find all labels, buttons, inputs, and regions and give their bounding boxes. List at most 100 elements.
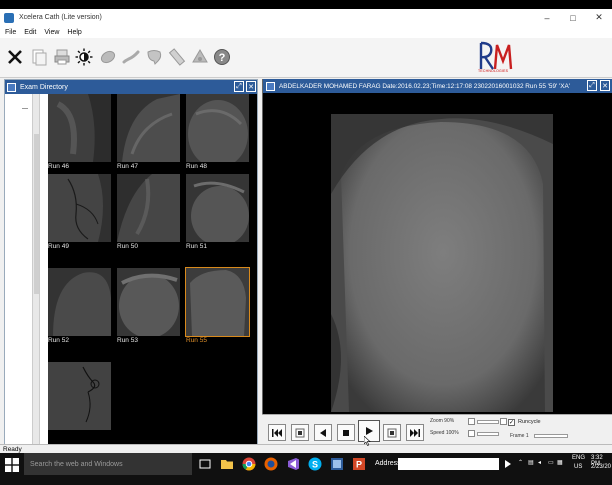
- address-input[interactable]: [398, 458, 499, 470]
- tree-scrollbar[interactable]: [32, 94, 40, 444]
- image-viewer-panel: ABDELKADER MOHAMED FARAG Date:2016.02.23…: [262, 79, 612, 445]
- top-border: [0, 0, 612, 9]
- exam-directory-title: Exam Directory: [20, 83, 68, 91]
- zoom-slider[interactable]: [477, 420, 499, 424]
- close-tool-icon: [8, 50, 22, 64]
- minimize-button[interactable]: –: [534, 9, 560, 26]
- address-label: Address: [375, 460, 401, 467]
- tray-up-arrow-icon[interactable]: ⌃: [518, 459, 523, 466]
- windows-start-icon[interactable]: [5, 458, 19, 472]
- thumbnail-label: Run 51: [186, 243, 207, 250]
- chrome-icon[interactable]: [242, 457, 256, 471]
- stop-icon: [343, 429, 349, 436]
- thumbnail-run-53[interactable]: Run 53: [117, 268, 180, 356]
- status-text: Ready: [3, 446, 22, 453]
- angiogram-thumbnail: [48, 268, 111, 336]
- scrollbar-thumb[interactable]: [34, 134, 39, 294]
- menu-edit[interactable]: Edit: [24, 29, 36, 36]
- language-indicator[interactable]: ENG: [572, 455, 585, 461]
- thumbnail-label: Run 48: [186, 163, 207, 170]
- thumbnail-run-49[interactable]: Run 49: [48, 174, 111, 262]
- thumbnail-label: Run 52: [48, 337, 69, 344]
- close-window-button[interactable]: ✕: [586, 9, 612, 26]
- first-frame-button[interactable]: [268, 424, 286, 441]
- maximize-button[interactable]: □: [560, 9, 586, 26]
- angiogram-thumbnail: [185, 267, 250, 337]
- thumbnail-run-46[interactable]: Run 46: [48, 94, 111, 182]
- menu-file[interactable]: File: [5, 29, 16, 36]
- angiogram-thumbnail: [48, 94, 111, 162]
- last-frame-button[interactable]: [406, 424, 424, 441]
- notification-icon[interactable]: ▭: [548, 459, 554, 466]
- next-frame-button[interactable]: [383, 424, 401, 441]
- thumbnail-grid: Run 46 Run 47 Run 48 Run 49 Run 50 Run 5…: [48, 94, 257, 444]
- thumbnail-run-55[interactable]: Run 55: [185, 267, 250, 356]
- measure-button[interactable]: [120, 45, 142, 69]
- speed-decrease-button[interactable]: [468, 430, 475, 437]
- task-view-icon[interactable]: [198, 457, 212, 471]
- volume-icon[interactable]: ◂: [538, 459, 541, 466]
- title-bar: Xcelera Cath (Lite version) – □ ✕: [0, 9, 612, 26]
- toolbar: ? TECHNOLOGIES: [0, 38, 612, 78]
- thumbnail-run-56[interactable]: [48, 362, 111, 450]
- ruler-button[interactable]: [166, 45, 188, 69]
- angiogram-thumbnail: [117, 268, 180, 336]
- undock-icon[interactable]: ⤢: [234, 81, 244, 92]
- network-icon[interactable]: ▤: [528, 459, 534, 466]
- thumbnail-label: Run 49: [48, 243, 69, 250]
- thumbnail-run-48[interactable]: Run 48: [186, 94, 249, 182]
- copy-icon: [32, 49, 47, 66]
- thumbnail-run-47[interactable]: Run 47: [117, 94, 180, 182]
- taskbar-search-input[interactable]: Search the web and Windows: [24, 453, 192, 475]
- filter-icon: [192, 49, 208, 63]
- keyboard-icon[interactable]: ▦: [557, 459, 563, 466]
- skype-icon[interactable]: S: [308, 457, 322, 471]
- help-button[interactable]: ?: [211, 45, 233, 69]
- exam-directory-header: Exam Directory ⤢ ✕: [5, 80, 257, 94]
- svg-text:P: P: [356, 460, 362, 470]
- panel-icon: [7, 82, 16, 92]
- help-icon: ?: [214, 49, 230, 65]
- windows-taskbar: Search the web and Windows S P Address ⌃…: [0, 453, 612, 485]
- mouse-cursor-icon: [364, 436, 371, 446]
- viewer-header: ABDELKADER MOHAMED FARAG Date:2016.02.23…: [263, 79, 612, 93]
- stop-button[interactable]: [337, 424, 355, 441]
- viewer-close-icon[interactable]: ✕: [600, 80, 610, 91]
- thumbnail-run-51[interactable]: Run 51: [186, 174, 249, 262]
- firefox-icon[interactable]: [264, 457, 278, 471]
- menu-help[interactable]: Help: [67, 29, 81, 36]
- address-go-icon[interactable]: [503, 459, 513, 469]
- thumbnail-label: Run 46: [48, 163, 69, 170]
- window-controls: – □ ✕: [534, 9, 612, 26]
- visual-studio-icon[interactable]: [286, 457, 300, 471]
- play-backward-button[interactable]: [314, 424, 332, 441]
- powerpoint-icon[interactable]: P: [352, 457, 366, 471]
- ruler-icon: [168, 48, 186, 66]
- thumbnail-run-52[interactable]: Run 52: [48, 268, 111, 356]
- stroke-tool-button[interactable]: [97, 45, 119, 69]
- file-explorer-icon[interactable]: [220, 457, 234, 471]
- copy-button[interactable]: [28, 45, 50, 69]
- menu-bar: File Edit View Help: [0, 26, 612, 38]
- xcelera-app-icon[interactable]: [330, 457, 344, 471]
- thumbnail-run-50[interactable]: Run 50: [117, 174, 180, 262]
- first-frame-icon: [272, 428, 282, 437]
- frame-slider[interactable]: [534, 434, 568, 438]
- close-tool-button[interactable]: [4, 45, 26, 69]
- svg-text:?: ?: [219, 52, 226, 64]
- angiogram-main-image[interactable]: [331, 114, 553, 412]
- prev-frame-button[interactable]: [291, 424, 309, 441]
- menu-view[interactable]: View: [44, 29, 59, 36]
- logo-subtitle: TECHNOLOGIES: [478, 69, 509, 73]
- zoom-increase-button[interactable]: [500, 418, 507, 425]
- last-frame-icon: [410, 428, 420, 437]
- speed-slider[interactable]: [477, 432, 499, 436]
- filter-button[interactable]: [189, 45, 211, 69]
- panel-close-icon[interactable]: ✕: [246, 81, 256, 92]
- run-cycle-checkbox[interactable]: ✓: [508, 419, 515, 426]
- zoom-decrease-button[interactable]: [468, 418, 475, 425]
- contrast-button[interactable]: [73, 45, 95, 69]
- annotate-button[interactable]: [143, 45, 165, 69]
- viewer-undock-icon[interactable]: ⤢: [587, 80, 597, 91]
- print-button[interactable]: [51, 45, 73, 69]
